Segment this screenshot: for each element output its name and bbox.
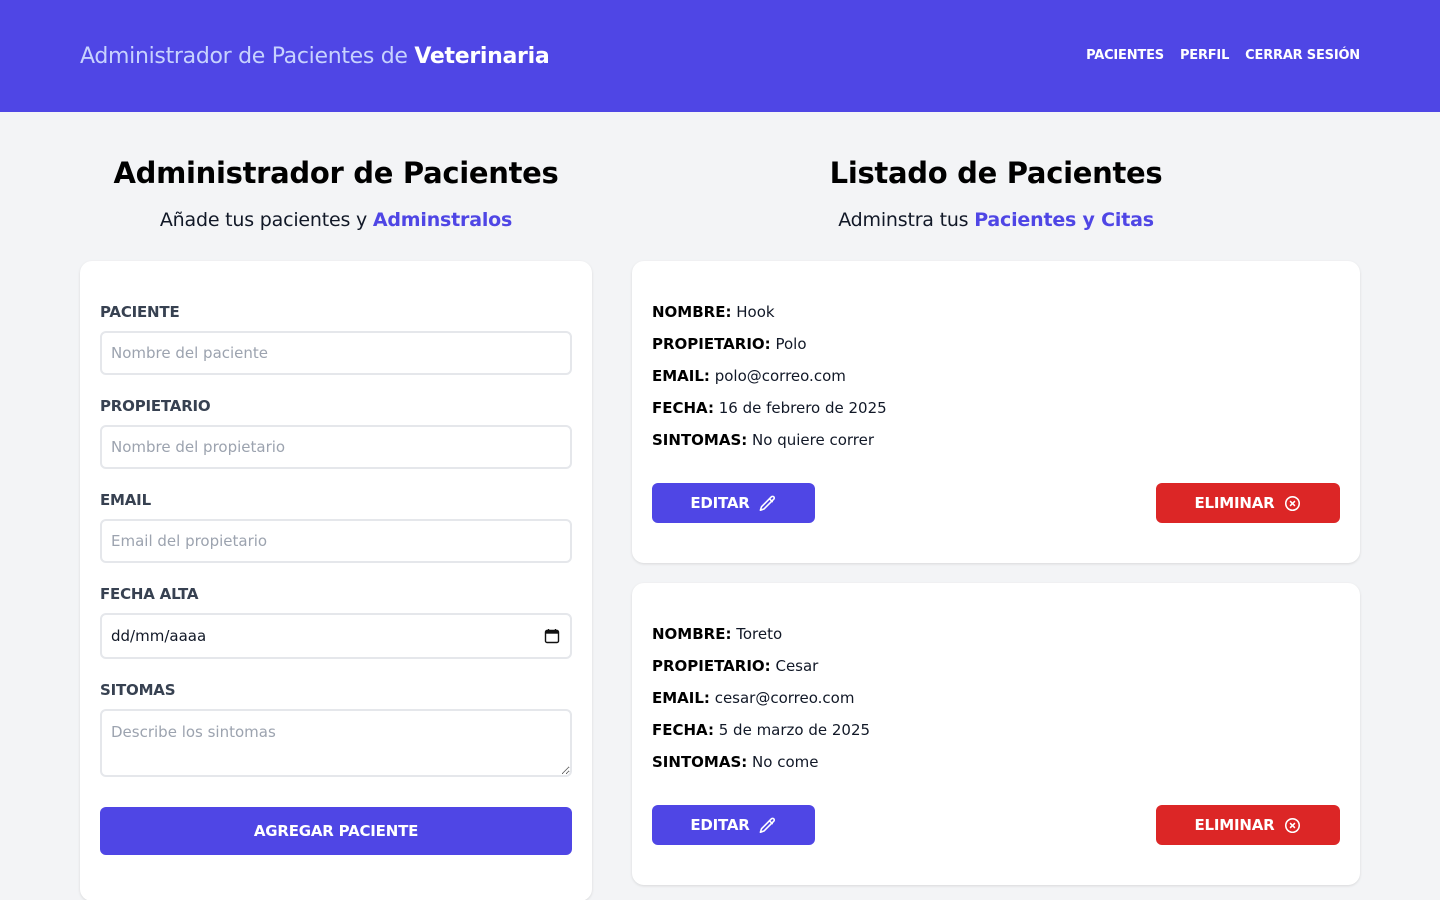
propietario-value: Cesar [775,657,819,675]
field-propietario: PROPIETARIO [100,397,572,469]
email-key: EMAIL: [652,367,710,385]
email-value: cesar@correo.com [714,689,855,707]
patient-fecha: FECHA: 16 de febrero de 2025 [652,399,1340,418]
email-key: EMAIL: [652,689,710,707]
editar-label: EDITAR [690,494,750,512]
fecha-value: 5 de marzo de 2025 [718,721,871,739]
patient-nombre: NOMBRE: Hook [652,303,1340,322]
brand-prefix: Administrador de Pacientes de [80,43,415,69]
fecha-key: FECHA: [652,721,714,739]
patient-actions: EDITAR ELIMINAR [652,805,1340,845]
email-value: polo@correo.com [714,367,846,385]
eliminar-label: ELIMINAR [1194,494,1275,512]
propietario-input[interactable] [100,425,572,469]
form-subtitle: Añade tus pacientes y Adminstralos [80,209,592,231]
calendar-icon[interactable] [544,628,560,644]
field-paciente: PACIENTE [100,303,572,375]
fecha-value: dd/mm/aaaa [111,627,207,645]
list-title: Listado de Pacientes [829,156,1163,190]
editar-button[interactable]: EDITAR [652,805,815,845]
eliminar-button[interactable]: ELIMINAR [1156,805,1340,845]
brand-title: Administrador de Pacientes de Veterinari… [80,43,550,69]
list-subtitle-prefix: Adminstra tus [838,209,975,231]
form-section: Administrador de Pacientes Añade tus pac… [80,112,592,900]
sintomas-value: No come [752,753,819,771]
fecha-label: FECHA ALTA [100,585,199,603]
fecha-input[interactable]: dd/mm/aaaa [100,613,572,659]
sintomas-key: SINTOMAS: [652,431,748,449]
main-content: Administrador de Pacientes Añade tus pac… [0,112,1440,900]
propietario-value: Polo [775,335,807,353]
field-sintomas: SITOMAS [100,681,572,781]
nav-perfil[interactable]: PERFIL [1180,48,1229,63]
main-nav: PACIENTES PERFIL CERRAR SESIÓN [1086,48,1360,63]
sintomas-key: SINTOMAS: [652,753,748,771]
patient-card: NOMBRE: Toreto PROPIETARIO: Cesar EMAIL:… [632,583,1360,885]
patient-form: PACIENTE PROPIETARIO EMAIL FECHA ALTA dd… [80,261,592,900]
x-circle-icon [1284,817,1300,833]
fecha-value: 16 de febrero de 2025 [718,399,887,417]
form-title: Administrador de Pacientes [113,156,559,190]
list-section: Listado de Pacientes Adminstra tus Pacie… [632,112,1360,900]
nombre-value: Hook [736,303,775,321]
nav-cerrar-sesion[interactable]: CERRAR SESIÓN [1245,48,1360,63]
patient-sintomas: SINTOMAS: No quiere correr [652,431,1340,450]
editar-label: EDITAR [690,816,750,834]
patient-fecha: FECHA: 5 de marzo de 2025 [652,721,1340,740]
sintomas-textarea[interactable] [100,709,572,777]
agregar-paciente-button[interactable]: AGREGAR PACIENTE [100,807,572,855]
list-subtitle: Adminstra tus Pacientes y Citas [632,209,1360,231]
editar-button[interactable]: EDITAR [652,483,815,523]
paciente-label: PACIENTE [100,303,180,321]
field-fecha: FECHA ALTA dd/mm/aaaa [100,585,572,659]
patient-actions: EDITAR ELIMINAR [652,483,1340,523]
patient-email: EMAIL: cesar@correo.com [652,689,1340,708]
form-subtitle-highlight: Adminstralos [372,209,513,231]
pencil-icon [759,817,775,833]
propietario-label: PROPIETARIO [100,397,211,415]
sintomas-label: SITOMAS [100,681,176,699]
propietario-key: PROPIETARIO: [652,657,771,675]
eliminar-button[interactable]: ELIMINAR [1156,483,1340,523]
nombre-value: Toreto [736,625,783,643]
patient-card: NOMBRE: Hook PROPIETARIO: Polo EMAIL: po… [632,261,1360,563]
nombre-key: NOMBRE: [652,303,732,321]
nombre-key: NOMBRE: [652,625,732,643]
patient-propietario: PROPIETARIO: Polo [652,335,1340,354]
list-subtitle-highlight: Pacientes y Citas [974,209,1154,231]
eliminar-label: ELIMINAR [1194,816,1275,834]
pencil-icon [759,495,775,511]
nav-pacientes[interactable]: PACIENTES [1086,48,1164,63]
app-header: Administrador de Pacientes de Veterinari… [0,0,1440,112]
propietario-key: PROPIETARIO: [652,335,771,353]
form-subtitle-prefix: Añade tus pacientes y [159,209,373,231]
email-input[interactable] [100,519,572,563]
brand-highlight: Veterinaria [414,43,550,69]
patient-propietario: PROPIETARIO: Cesar [652,657,1340,676]
sintomas-value: No quiere correr [752,431,875,449]
email-label: EMAIL [100,491,151,509]
x-circle-icon [1284,495,1300,511]
paciente-input[interactable] [100,331,572,375]
patient-email: EMAIL: polo@correo.com [652,367,1340,386]
patient-nombre: NOMBRE: Toreto [652,625,1340,644]
field-email: EMAIL [100,491,572,563]
fecha-key: FECHA: [652,399,714,417]
patient-sintomas: SINTOMAS: No come [652,753,1340,772]
